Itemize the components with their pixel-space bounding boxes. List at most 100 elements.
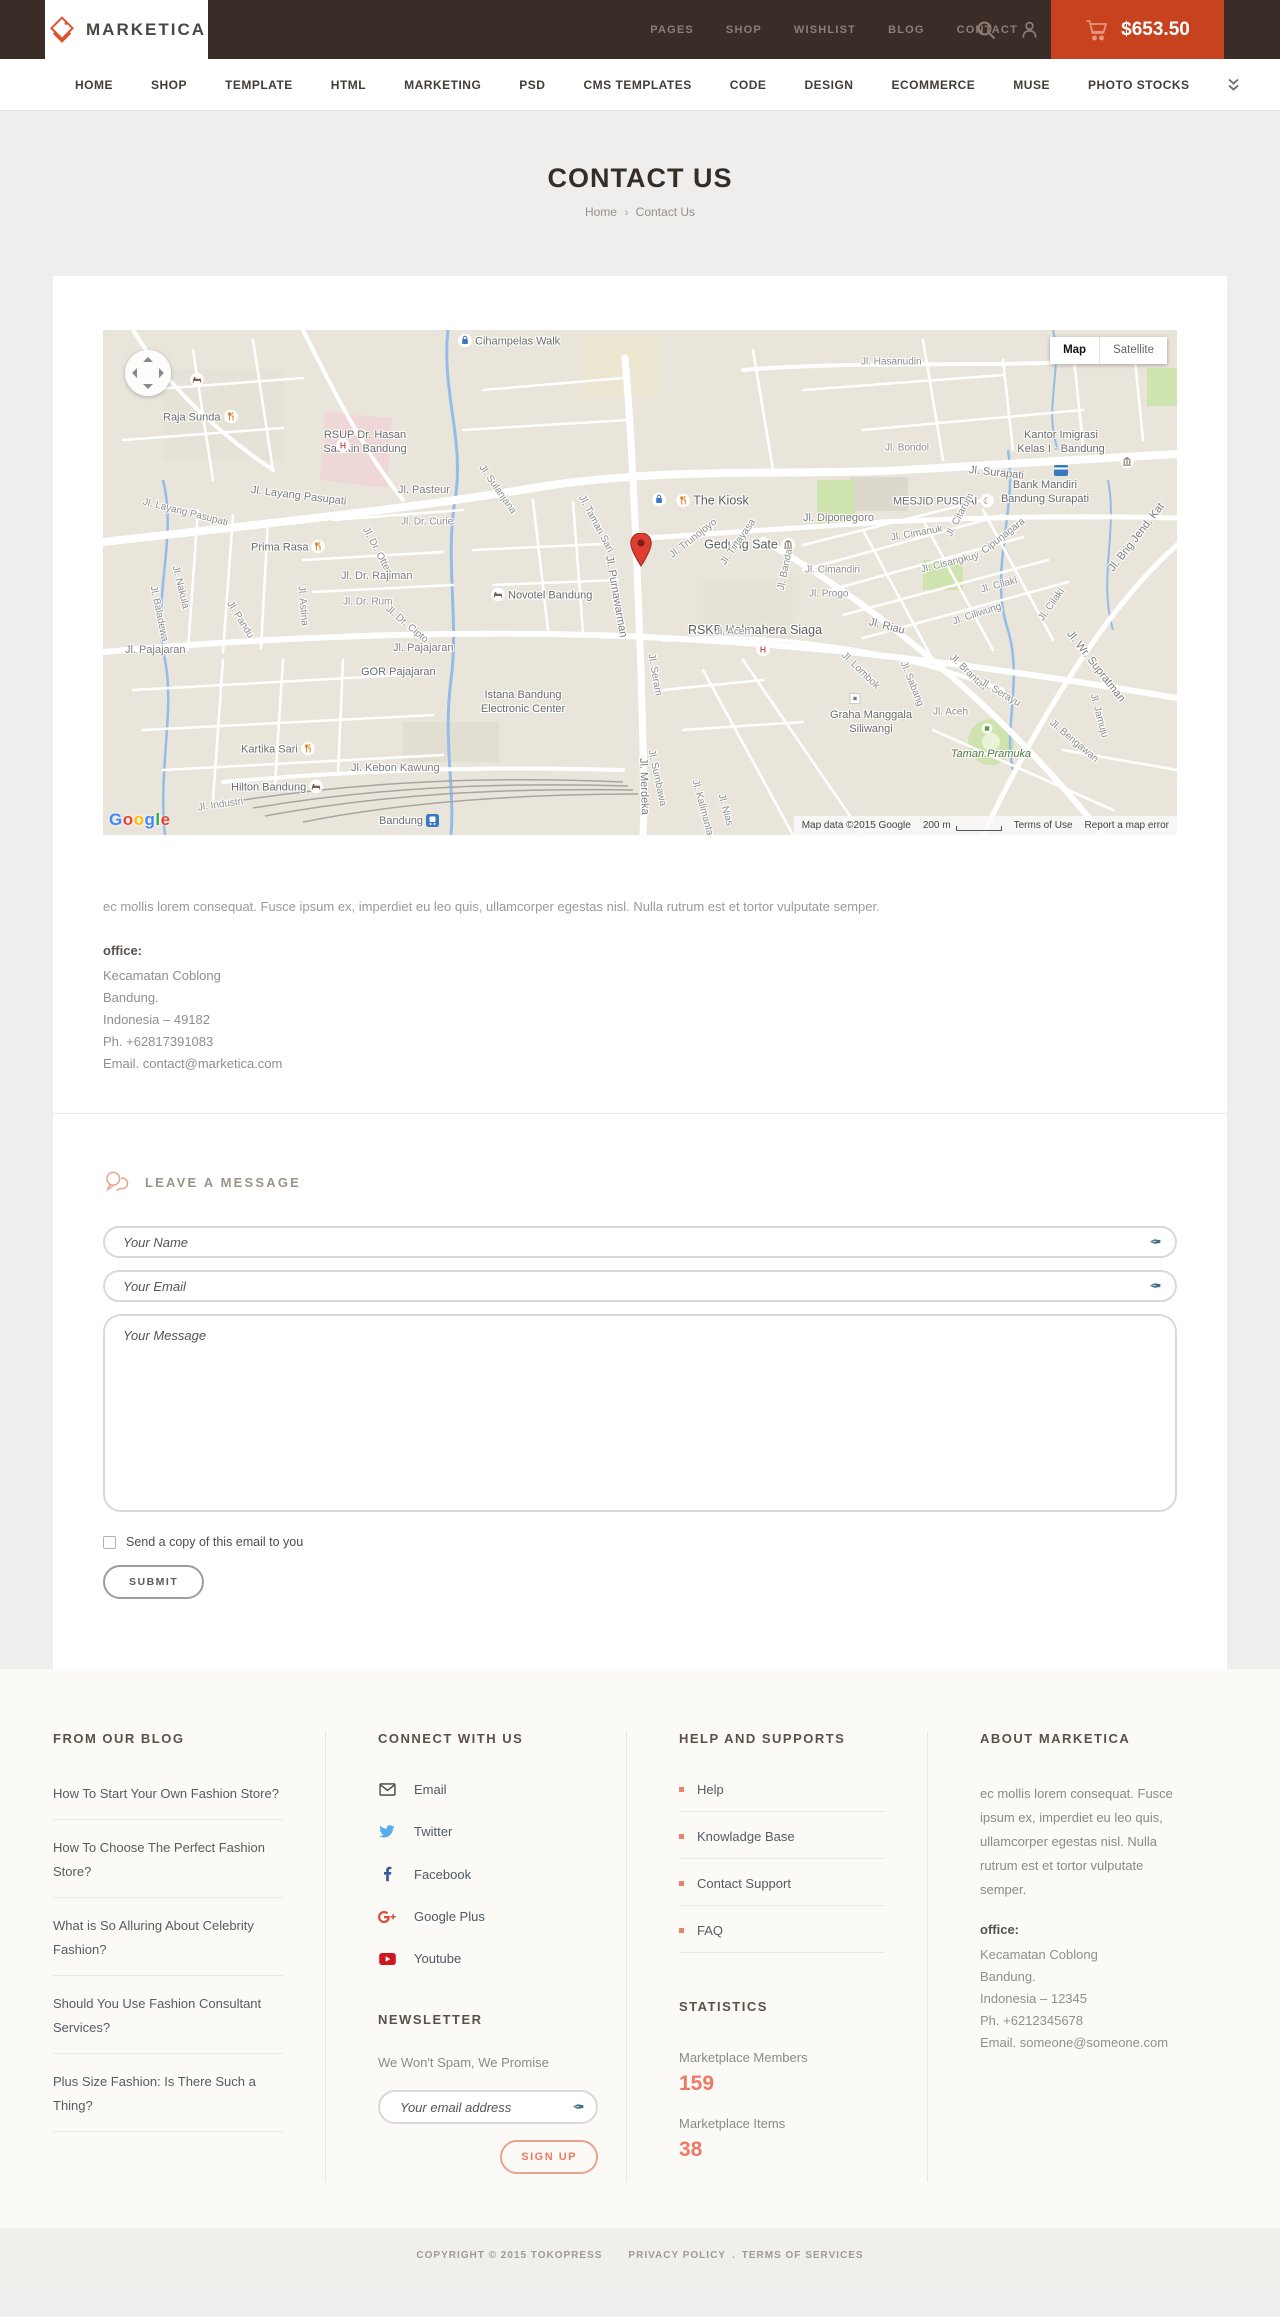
report-map-error-link[interactable]: Report a map error [1085, 820, 1169, 831]
office-line: Bandung. [980, 1969, 1036, 1984]
message-textarea[interactable] [103, 1314, 1177, 1512]
map-marker-pin[interactable] [630, 532, 652, 572]
search-icon[interactable] [976, 20, 996, 40]
nav-item-cms-templates[interactable]: CMS TEMPLATES [583, 78, 691, 92]
social-link-email[interactable]: Email [378, 1782, 584, 1797]
H-map-icon: H [756, 642, 770, 662]
footer-blog-link[interactable]: How To Choose The Perfect Fashion Store? [53, 1836, 283, 1898]
footer-help-column: HELP AND SUPPORTS Help Knowladge Base Cont… [626, 1731, 927, 2182]
help-link-contact-support[interactable]: Contact Support [679, 1876, 885, 1906]
header-nav: PAGES SHOP WISHLIST BLOG CONTACT [650, 0, 1018, 59]
nav-item-code[interactable]: CODE [730, 78, 767, 92]
help-label: Knowladge Base [697, 1829, 795, 1844]
office-line: Kecamatan Coblong [980, 1947, 1098, 1962]
office-line: Email. someone@someone.com [980, 2035, 1169, 2050]
map-label-jl-pajajaran: Jl. Pajajaran [393, 642, 454, 654]
nav-item-photo-stocks[interactable]: PHOTO STOCKS [1088, 78, 1190, 92]
bed-map-icon [190, 372, 204, 392]
nav-item-home[interactable]: HOME [75, 78, 113, 92]
mosque-map-icon: ☾ [980, 493, 995, 511]
office-line: Email. contact@marketica.com [103, 1056, 283, 1071]
cart-icon [1085, 19, 1109, 41]
social-label: Twitter [414, 1824, 453, 1839]
privacy-policy-link[interactable]: PRIVACY POLICY [628, 2250, 726, 2261]
copyright-separator: . [731, 2250, 736, 2261]
terms-of-use-link[interactable]: Terms of Use [1014, 820, 1073, 831]
members-label: Marketplace Members [679, 2050, 808, 2065]
svg-text:☾: ☾ [983, 497, 991, 507]
bed-map-icon [491, 587, 505, 605]
bullet-icon [679, 1834, 684, 1839]
user-account-icon[interactable] [1020, 20, 1040, 40]
connect-heading: CONNECT WITH US [378, 1731, 524, 1746]
map-pan-control[interactable] [125, 350, 171, 396]
footer-blog-link[interactable]: What is So Alluring About Celebrity Fash… [53, 1914, 283, 1976]
page-header: CONTACT US Home › Contact Us [0, 111, 1280, 276]
newsletter-email-input[interactable] [378, 2090, 598, 2124]
cart-button[interactable]: $653.50 [1051, 0, 1224, 59]
send-copy-checkbox[interactable] [103, 1535, 116, 1549]
fork-map-icon [223, 409, 238, 427]
satellite-view-button[interactable]: Satellite [1100, 337, 1167, 364]
footer-blog-link[interactable]: Should You Use Fashion Consultant Servic… [53, 1992, 283, 2054]
social-link-twitter[interactable]: Twitter [378, 1824, 584, 1839]
map-label-jl-cimandiri: Jl. Cimandiri [805, 564, 861, 576]
nav-item-design[interactable]: DESIGN [804, 78, 853, 92]
header-nav-blog[interactable]: BLOG [888, 24, 925, 36]
help-link-faq[interactable]: FAQ [679, 1923, 885, 1953]
map-label-bank-mandiri-bandung-surapati: Bank Mandiri Bandung Surapati [1000, 479, 1090, 505]
header-nav-wishlist[interactable]: WISHLIST [794, 24, 856, 36]
cart-total: $653.50 [1121, 18, 1190, 40]
social-label: Google Plus [414, 1909, 485, 1924]
social-link-facebook[interactable]: Facebook [378, 1866, 584, 1882]
footer-connect-column: CONNECT WITH US Email Twitter Facebook Goog… [325, 1731, 626, 2182]
google-map[interactable]: Raja Sunda Jl. Layang Pasupati RSUP Dr. Ha… [103, 330, 1177, 835]
office-line: Indonesia – 49182 [103, 1012, 210, 1027]
nav-item-template[interactable]: TEMPLATE [225, 78, 293, 92]
map-label-gor-pajajaran: GOR Pajajaran [361, 666, 436, 678]
google-logo[interactable]: Google [109, 810, 171, 830]
social-link-gplus[interactable]: Google Plus [378, 1909, 584, 1924]
shop-map-icon [458, 333, 472, 351]
map-label-jl-progo: Jl. Progo [809, 588, 849, 600]
map-label-kantor-imigrasi-kelas-i-bandung: Kantor Imigrasi Kelas I - Bandung [1017, 429, 1105, 455]
footer-blog-link[interactable]: Plus Size Fashion: Is There Such a Thing… [53, 2070, 283, 2132]
nav-item-ecommerce[interactable]: ECOMMERCE [891, 78, 975, 92]
email-input[interactable] [103, 1270, 1177, 1302]
nav-item-marketing[interactable]: MARKETING [404, 78, 481, 92]
footer-blog-link[interactable]: How To Start Your Own Fashion Store? [53, 1782, 283, 1820]
statistics-block: STATISTICS Marketplace Members 159 Marke… [679, 1999, 885, 2162]
map-label-cihampelas-walk: Cihampelas Walk [455, 333, 560, 351]
map-label-rskb-halmahera-siaga: RSKB Halmahera Siaga [687, 623, 823, 637]
fork-map-icon [301, 741, 315, 759]
sq-map-icon [849, 691, 861, 709]
terms-of-services-link[interactable]: TERMS OF SERVICES [742, 2250, 864, 2261]
pan-up-icon[interactable] [143, 357, 153, 362]
submit-button[interactable]: SUBMIT [103, 1565, 205, 1599]
pan-right-icon[interactable] [159, 368, 164, 378]
social-link-youtube[interactable]: Youtube [378, 1951, 584, 1966]
signup-button[interactable]: SIGN UP [500, 2140, 598, 2174]
map-label-graha-manggala-siliwangi: Graha Manggala Siliwangi [830, 709, 912, 735]
help-label: Contact Support [697, 1876, 791, 1891]
header-nav-pages[interactable]: PAGES [650, 24, 694, 36]
logo[interactable]: MARKETICA [45, 0, 208, 59]
pan-left-icon[interactable] [132, 368, 137, 378]
office-line: Kecamatan Coblong [103, 968, 221, 983]
pen-icon: ✒ [572, 2099, 585, 2116]
chevron-down-icon[interactable] [1227, 78, 1239, 91]
nav-item-html[interactable]: HTML [331, 78, 366, 92]
help-link-help[interactable]: Help [679, 1782, 885, 1812]
header-nav-shop[interactable]: SHOP [726, 24, 762, 36]
name-input[interactable] [103, 1226, 1177, 1258]
breadcrumb-home[interactable]: Home [585, 205, 617, 219]
pen-icon: ✒ [1149, 1234, 1162, 1251]
nav-item-psd[interactable]: PSD [519, 78, 545, 92]
bullet-icon [679, 1881, 684, 1886]
map-view-button[interactable]: Map [1050, 337, 1101, 364]
nav-item-muse[interactable]: MUSE [1013, 78, 1050, 92]
help-link-knowladge-base[interactable]: Knowladge Base [679, 1829, 885, 1859]
nav-item-shop[interactable]: SHOP [151, 78, 187, 92]
pan-down-icon[interactable] [143, 384, 153, 389]
breadcrumb-current: Contact Us [635, 205, 696, 219]
